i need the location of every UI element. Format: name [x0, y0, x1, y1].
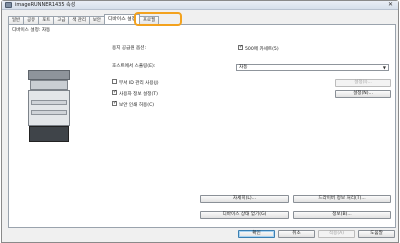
- tab-ports[interactable]: 포트: [38, 16, 55, 24]
- tab-color-management[interactable]: 색 관리: [68, 16, 90, 24]
- help-button[interactable]: 도움말: [358, 230, 395, 238]
- dept-id-settings-button[interactable]: 설정(I)...: [335, 79, 391, 87]
- secure-print-option[interactable]: 보안 인쇄 허용(C): [112, 100, 155, 109]
- tab-sharing[interactable]: 공유: [23, 16, 40, 24]
- secure-print-label: 보안 인쇄 허용(C): [119, 103, 155, 108]
- chevron-down-icon: ▼: [382, 65, 386, 70]
- printer-image: [19, 58, 79, 148]
- spooling-select[interactable]: 자동 ▼: [236, 64, 389, 71]
- cassette-checkbox[interactable]: [238, 44, 243, 50]
- device-settings-panel: 디바이스 설정: 자동 용지 공급원 옵션: 500매 카세트(5) 호스트에서…: [8, 24, 396, 228]
- printer-properties-window: imageRUNNER1435 속성 ✕ 일반 공유 포트 고급 색 관리 보안…: [1, 0, 399, 243]
- dept-id-option[interactable]: 부서 ID 관리 사용(J): [112, 79, 159, 87]
- window-title: imageRUNNER1435 속성: [15, 2, 76, 8]
- tab-security[interactable]: 보안: [88, 16, 105, 24]
- user-info-checkbox[interactable]: [112, 89, 117, 95]
- dept-id-label: 부서 ID 관리 사용(J): [119, 81, 159, 86]
- device-settings-status: 디바이스 설정: 자동: [12, 28, 51, 33]
- tab-general[interactable]: 일반: [8, 16, 25, 24]
- get-device-status-button[interactable]: 디바이스 상태 얻기(G): [200, 211, 289, 219]
- tab-profile[interactable]: 프로필: [139, 16, 160, 24]
- printer-icon: [5, 2, 12, 8]
- ok-button[interactable]: 확인: [238, 230, 275, 238]
- cassette-option[interactable]: 500매 카세트(5): [238, 44, 279, 53]
- secure-print-checkbox[interactable]: [112, 100, 117, 106]
- details-button[interactable]: 자세히(L)...: [200, 195, 289, 203]
- tab-advanced[interactable]: 고급: [53, 16, 70, 24]
- spooling-value: 자동: [239, 65, 248, 70]
- user-info-settings-button[interactable]: 설정(N)...: [335, 90, 391, 98]
- cancel-button[interactable]: 취소: [278, 230, 315, 238]
- cassette-label: 500매 카세트(5): [245, 47, 279, 52]
- user-info-label: 사용자 정보 설정(T): [119, 92, 158, 97]
- paper-source-label: 용지 공급원 옵션:: [112, 46, 147, 51]
- title-bar: imageRUNNER1435 속성 ✕: [2, 1, 398, 10]
- about-button[interactable]: 정보(B)...: [293, 211, 391, 219]
- spooling-label: 호스트에서 스풀링(E):: [112, 64, 156, 69]
- driver-info-button[interactable]: 드라이버 정보 처리(T)...: [293, 195, 391, 203]
- tab-strip: 일반 공유 포트 고급 색 관리 보안 디바이스 설정 프로필: [8, 14, 160, 24]
- apply-button[interactable]: 적용(A): [318, 230, 355, 238]
- user-info-option[interactable]: 사용자 정보 설정(T): [112, 89, 158, 98]
- close-icon[interactable]: ✕: [387, 2, 394, 8]
- dept-id-checkbox[interactable]: [112, 79, 117, 84]
- tab-device-settings[interactable]: 디바이스 설정: [103, 14, 140, 24]
